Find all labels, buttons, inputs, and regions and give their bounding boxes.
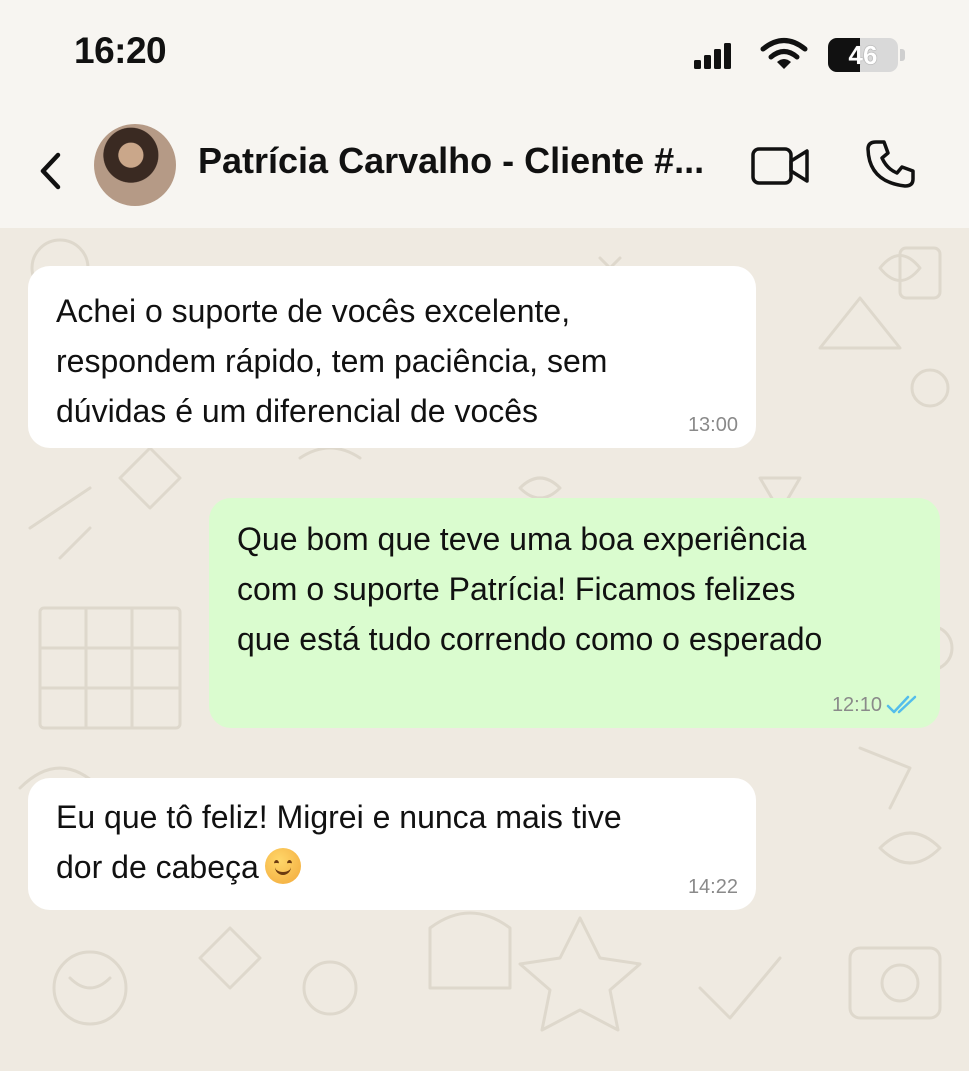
message-text: Achei o suporte de vocês excelente, resp… bbox=[56, 293, 608, 429]
message-bubble-incoming[interactable]: Achei o suporte de vocês excelente, resp… bbox=[28, 266, 756, 448]
phone-call-icon[interactable] bbox=[864, 138, 916, 190]
message-bubble-incoming[interactable]: Eu que tô feliz! Migrei e nunca mais tiv… bbox=[28, 778, 756, 910]
contact-name[interactable]: Patrícia Carvalho - Cliente #... bbox=[198, 140, 738, 182]
message-time: 12:10 bbox=[831, 694, 882, 716]
chat-area[interactable]: Achei o suporte de vocês excelente, resp… bbox=[0, 228, 969, 1071]
message-meta: 14:22 bbox=[688, 876, 738, 898]
back-chevron-icon[interactable] bbox=[34, 146, 68, 196]
message-bubble-outgoing[interactable]: Que bom que teve uma boa experiência com… bbox=[209, 498, 940, 728]
message-text-line-2: dor de cabeça bbox=[56, 842, 728, 892]
status-bar: 16:20 46 bbox=[0, 0, 969, 108]
battery-icon: 46 bbox=[828, 38, 906, 72]
read-receipt-icon bbox=[886, 695, 917, 714]
smiling-face-emoji-icon bbox=[264, 848, 301, 884]
cellular-signal-icon bbox=[694, 43, 731, 69]
message-meta: 12:10 bbox=[832, 694, 922, 716]
message-meta: 13:00 bbox=[688, 414, 738, 436]
status-time: 16:20 bbox=[74, 30, 167, 71]
message-text: dor de cabeça bbox=[56, 849, 259, 885]
message-text-line-1: Eu que tô feliz! Migrei e nunca mais tiv… bbox=[56, 799, 622, 835]
message-time: 13:00 bbox=[687, 414, 738, 436]
message-text: Que bom que teve uma boa experiência com… bbox=[237, 521, 823, 657]
chat-header: Patrícia Carvalho - Cliente #... bbox=[0, 108, 969, 228]
battery-level: 46 bbox=[848, 40, 878, 70]
wifi-icon bbox=[760, 38, 808, 69]
video-call-icon[interactable] bbox=[750, 146, 812, 186]
message-time: 14:22 bbox=[687, 876, 738, 898]
contact-avatar[interactable] bbox=[94, 124, 176, 206]
